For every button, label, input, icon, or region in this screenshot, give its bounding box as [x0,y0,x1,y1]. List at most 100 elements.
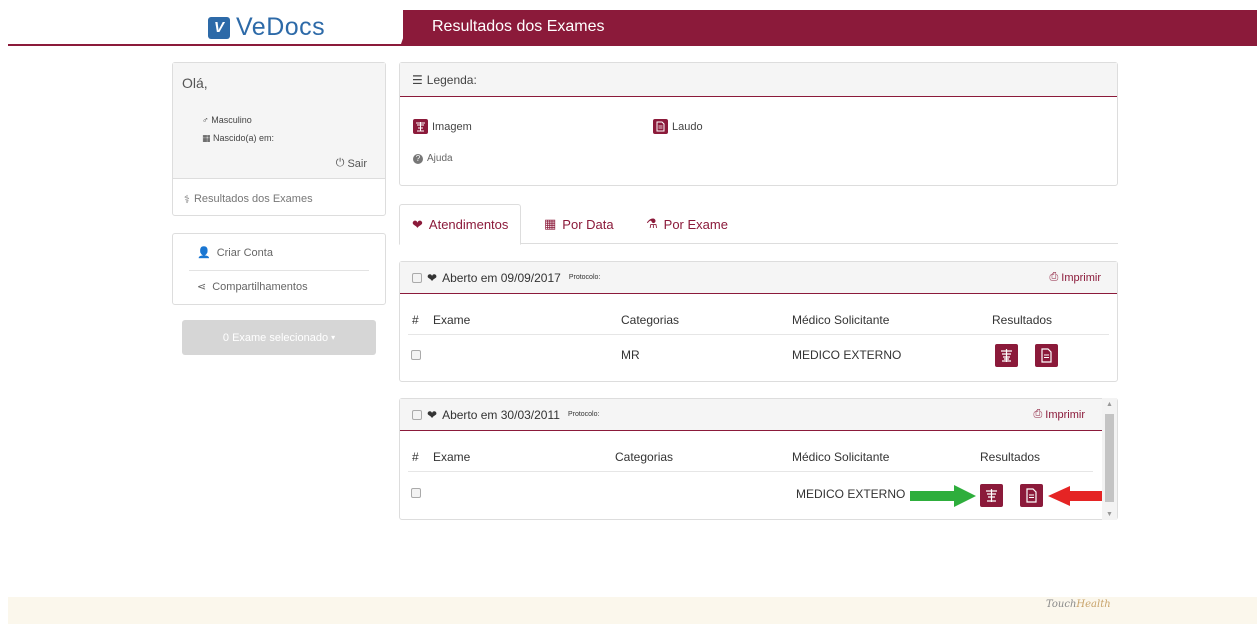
requesting-doctor: MEDICO EXTERNO [796,487,906,501]
print-button[interactable]: ⎙ Imprimir [1049,271,1101,284]
protocol-label: Protocolo: [568,274,601,281]
print-label: Imprimir [1061,271,1101,284]
view-image-button[interactable] [980,484,1003,507]
page-title: Resultados dos Exames [432,18,605,35]
column-header-number: # [412,313,419,327]
legend-item-image: Imagem [413,119,472,134]
gender-row: ♂ Masculino [202,115,252,125]
green-arrow-icon [910,485,976,507]
menu-divider [189,270,369,271]
appointment-title: Aberto em 30/03/2011 [442,407,560,422]
help-link[interactable]: ? Ajuda [413,153,453,164]
share-icon: ⋖ [197,281,207,293]
report-icon [1026,488,1037,503]
app-logo[interactable]: V VeDocs [208,13,325,42]
tab-atendimentos[interactable]: ❤ Atendimentos [399,204,522,245]
logo-text: VeDocs [236,13,326,41]
footer: TouchHealth [8,597,1257,624]
calendar-icon: ▦ [544,216,557,231]
report-icon [653,119,668,134]
logout-label: Sair [347,157,367,170]
account-menu: 👤 Criar Conta ⋖ Compartilhamentos [172,233,386,305]
menu-item-label: Criar Conta [216,246,273,259]
title-bar-slant [401,10,413,44]
scrollbar[interactable]: ▲ ▼ [1102,398,1117,520]
menu-item-create-account[interactable]: 👤 Criar Conta [197,246,273,260]
red-arrow-icon [1048,486,1110,506]
column-header-exam: Exame [433,450,471,464]
image-icon [986,489,997,502]
tab-bar: ❤ Atendimentos ▦ Por Data ⚗ Por Exame [399,204,1118,245]
column-header-categories: Categorias [621,313,680,327]
tab-label: Por Data [562,216,614,232]
column-header-doctor: Médico Solicitante [792,450,890,464]
results-link[interactable]: ⚕ Resultados dos Exames [184,193,313,206]
column-header-results: Resultados [992,313,1053,327]
logo-icon: V [208,16,230,39]
logout-button[interactable]: ⏻ Sair [336,157,367,170]
image-icon [413,119,428,134]
appointment-card-header: ❤ Aberto em 09/09/2017 Protocolo: ⎙ Impr… [400,262,1117,294]
tab-label: Atendimentos [428,217,509,232]
footer-brand-logo: TouchHealth [1046,599,1111,610]
appointment-card: ❤ Aberto em 30/03/2011 Protocolo: ⎙ Impr… [399,398,1118,520]
top-bar: V VeDocs Resultados dos Exames [8,10,1257,46]
add-user-icon: 👤 [197,247,211,259]
column-header-number: # [412,450,419,464]
scrollbar-thumb[interactable] [1105,414,1114,502]
birthdate-row: ▦ Nascido(a) em: [202,133,274,144]
appointment-title: Aberto em 09/09/2017 [442,270,561,285]
legend-panel: ☰ Legenda: Imagem Laudo ? Ajuda [399,62,1118,186]
column-header-exam: Exame [433,313,471,327]
image-icon [1001,349,1012,362]
flask-icon: ⚗ [646,216,658,231]
calendar-icon: ▦ [202,133,211,143]
tab-label: Por Exame [663,216,728,232]
row-divider [408,471,1093,472]
appointment-checkbox[interactable] [412,272,422,283]
column-header-results: Resultados [980,450,1041,464]
chevron-down-icon: ▾ [331,333,336,342]
scroll-down-icon[interactable]: ▼ [1106,511,1113,518]
gender-label: Masculino [211,115,252,125]
heartbeat-icon: ❤ [427,270,438,285]
power-icon: ⏻ [335,157,345,169]
scroll-up-icon[interactable]: ▲ [1106,401,1113,408]
user-panel-header: Olá, ♂ Masculino ▦ Nascido(a) em: ⏻ Sair [173,63,385,179]
heartbeat-icon: ❤ [412,216,423,232]
report-icon [1041,348,1052,363]
view-image-button[interactable] [995,344,1018,367]
print-button[interactable]: ⎙ Imprimir [1033,408,1085,421]
legend-item-report: Laudo [653,119,703,134]
help-label: Ajuda [427,153,453,164]
male-icon: ♂ [202,115,209,125]
print-label: Imprimir [1045,408,1085,421]
heartbeat-icon: ❤ [427,407,438,422]
appointment-card: ❤ Aberto em 09/09/2017 Protocolo: ⎙ Impr… [399,261,1118,382]
selected-exams-label: 0 Exame selecionado [222,331,329,344]
protocol-label: Protocolo: [567,411,600,418]
view-report-button[interactable] [1020,484,1043,507]
tab-por-data[interactable]: ▦ Por Data [532,204,626,244]
menu-item-sharing[interactable]: ⋖ Compartilhamentos [197,280,308,294]
appointment-card-header: ❤ Aberto em 30/03/2011 Protocolo: ⎙ Impr… [400,399,1117,431]
header-divider [8,44,1257,46]
legend-item-label: Laudo [672,120,703,133]
exam-category: MR [621,348,640,362]
exam-checkbox[interactable] [411,350,421,360]
printer-icon: ⎙ [1049,271,1059,283]
exam-checkbox[interactable] [411,488,421,498]
requesting-doctor: MEDICO EXTERNO [792,348,902,362]
view-report-button[interactable] [1035,344,1058,367]
appointment-checkbox[interactable] [412,409,422,420]
selected-exams-button[interactable]: 0 Exame selecionado ▾ [182,320,376,355]
printer-icon: ⎙ [1033,408,1043,420]
tab-por-exame[interactable]: ⚗ Por Exame [634,204,740,244]
user-panel: Olá, ♂ Masculino ▦ Nascido(a) em: ⏻ Sair… [172,62,386,216]
help-icon: ? [413,153,423,164]
column-header-categories: Categorias [615,450,674,464]
birthdate-label: Nascido(a) em: [213,133,275,143]
legend-title: Legenda: [426,72,477,87]
results-link-label: Resultados dos Exames [193,193,313,205]
row-divider [408,334,1109,335]
